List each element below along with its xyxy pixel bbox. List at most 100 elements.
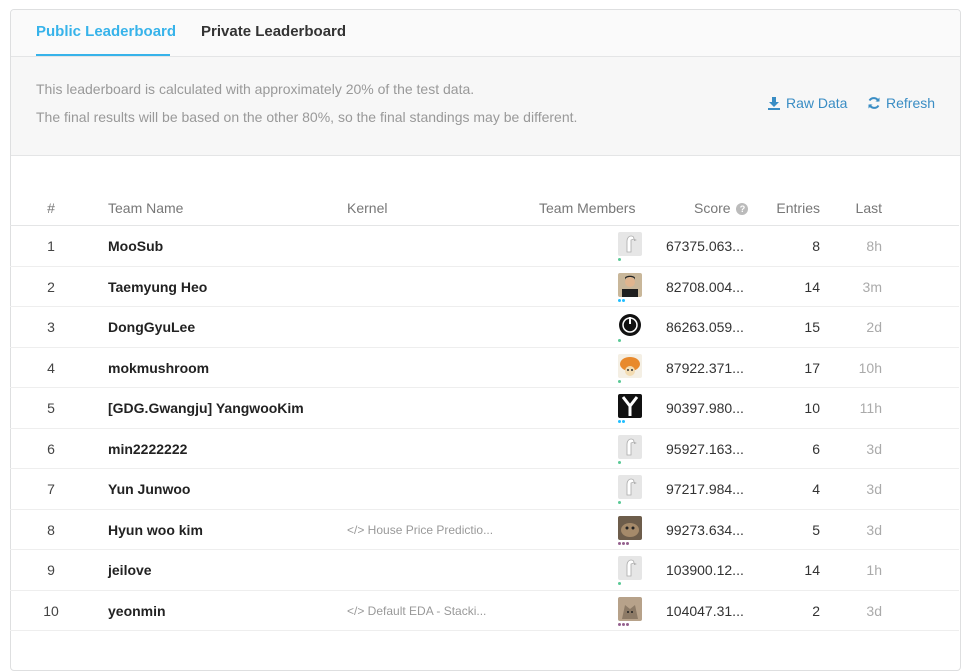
tier-dot bbox=[622, 420, 625, 423]
tier-dot bbox=[626, 622, 629, 626]
column-score[interactable]: Score ? bbox=[694, 200, 749, 216]
animal-photo-avatar[interactable] bbox=[618, 515, 642, 540]
table-row[interactable]: 8 Hyun woo kim </> House Price Predictio..… bbox=[10, 510, 959, 550]
score-cell: 67375.063... bbox=[666, 238, 744, 254]
team-name-link[interactable]: MooSub bbox=[108, 238, 163, 254]
table-row[interactable]: 6 min2222222 95927.163... 6 3d bbox=[10, 429, 959, 469]
raw-data-button[interactable]: Raw Data bbox=[767, 95, 847, 111]
score-cell: 97217.984... bbox=[666, 481, 744, 497]
default-goose-avatar[interactable] bbox=[618, 556, 642, 580]
score-cell: 90397.980... bbox=[666, 400, 744, 416]
column-team-name[interactable]: Team Name bbox=[108, 200, 183, 216]
round-logo-avatar[interactable] bbox=[618, 313, 642, 337]
tier-indicator bbox=[618, 258, 622, 261]
column-entries[interactable]: Entries bbox=[770, 200, 820, 216]
leaderboard-table: # Team Name Kernel Team Members Score ? … bbox=[10, 195, 959, 631]
tier-indicator bbox=[618, 298, 626, 302]
default-goose-avatar[interactable] bbox=[618, 232, 642, 256]
rank-cell: 8 bbox=[47, 521, 55, 538]
entries-cell: 17 bbox=[804, 359, 820, 376]
download-icon bbox=[767, 96, 781, 110]
rank-cell: 6 bbox=[47, 440, 55, 457]
table-row[interactable]: 3 DongGyuLee 86263.059... 15 2d bbox=[10, 307, 959, 348]
table-row[interactable]: 4 mokmushroom 87922.371... 17 10h bbox=[10, 348, 959, 388]
table-row[interactable]: 5 [GDG.Gwangju] YangwooKim 90397.980... 10 1… bbox=[10, 388, 959, 429]
table-row[interactable]: 9 jeilove 103900.12... 14 1h bbox=[10, 550, 959, 591]
score-cell: 82708.004... bbox=[666, 278, 744, 295]
column-last[interactable]: Last bbox=[848, 200, 882, 216]
kernel-link[interactable]: </> Default EDA - Stacki... bbox=[347, 604, 486, 618]
tier-dot bbox=[622, 541, 625, 545]
tier-indicator bbox=[618, 501, 622, 504]
tier-indicator bbox=[618, 379, 622, 383]
entries-cell: 14 bbox=[804, 278, 820, 295]
tier-indicator bbox=[618, 622, 630, 626]
team-name-link[interactable]: Yun Junwoo bbox=[108, 481, 190, 497]
team-name-link[interactable]: DongGyuLee bbox=[108, 319, 195, 335]
tier-dot bbox=[618, 582, 621, 585]
last-submission-cell: 2d bbox=[866, 319, 882, 335]
refresh-icon bbox=[867, 96, 881, 110]
person-photo-avatar[interactable] bbox=[618, 272, 642, 297]
kernel-link[interactable]: </> House Price Predictio... bbox=[347, 523, 493, 537]
team-name-link[interactable]: Hyun woo kim bbox=[108, 522, 203, 538]
table-body: 1 MooSub 67375.063... 8 8h 2 Taemyung Heo 82708… bbox=[10, 226, 959, 631]
refresh-button[interactable]: Refresh bbox=[867, 95, 935, 111]
rank-cell: 9 bbox=[47, 562, 55, 578]
tier-dot bbox=[618, 541, 621, 545]
team-name-link[interactable]: Taemyung Heo bbox=[108, 279, 207, 295]
default-goose-avatar[interactable] bbox=[618, 475, 642, 499]
team-name-link[interactable]: [GDG.Gwangju] YangwooKim bbox=[108, 400, 304, 416]
team-name-link[interactable]: min2222222 bbox=[108, 441, 187, 457]
last-submission-cell: 11h bbox=[859, 400, 882, 416]
score-cell: 103900.12... bbox=[666, 562, 744, 578]
table-row[interactable]: 1 MooSub 67375.063... 8 8h bbox=[10, 226, 959, 267]
entries-cell: 8 bbox=[812, 238, 820, 254]
score-cell: 86263.059... bbox=[666, 319, 744, 335]
mushroom-avatar[interactable] bbox=[618, 353, 642, 378]
help-icon[interactable]: ? bbox=[736, 203, 749, 215]
entries-cell: 10 bbox=[804, 400, 820, 416]
score-cell: 99273.634... bbox=[666, 521, 744, 538]
last-submission-cell: 10h bbox=[858, 359, 882, 376]
entries-cell: 2 bbox=[812, 602, 820, 619]
rank-cell: 10 bbox=[43, 602, 59, 619]
tier-dot bbox=[618, 622, 621, 626]
team-name-link[interactable]: yeonmin bbox=[108, 603, 166, 619]
table-row[interactable]: 7 Yun Junwoo 97217.984... 4 3d bbox=[10, 469, 959, 510]
active-tab-indicator bbox=[36, 54, 170, 56]
last-submission-cell: 8h bbox=[866, 238, 882, 254]
score-cell: 87922.371... bbox=[666, 359, 744, 376]
entries-cell: 15 bbox=[804, 319, 820, 335]
entries-cell: 6 bbox=[812, 440, 820, 457]
tier-indicator bbox=[618, 420, 626, 423]
team-name-link[interactable]: jeilove bbox=[108, 562, 152, 578]
tier-dot bbox=[618, 501, 621, 504]
column-rank[interactable]: # bbox=[35, 200, 67, 216]
table-row[interactable]: 2 Taemyung Heo 82708.004... 14 3m bbox=[10, 267, 959, 307]
last-submission-cell: 1h bbox=[866, 562, 882, 578]
rank-cell: 4 bbox=[47, 359, 55, 376]
notice-line-2: The final results will be based on the o… bbox=[36, 109, 578, 125]
rank-cell: 2 bbox=[47, 278, 55, 295]
tier-indicator bbox=[618, 582, 622, 585]
tier-dot bbox=[622, 298, 625, 302]
tier-dot bbox=[618, 298, 621, 302]
tier-dot bbox=[618, 460, 621, 464]
rank-cell: 1 bbox=[47, 238, 55, 254]
refresh-label: Refresh bbox=[886, 95, 936, 111]
y-logo-avatar[interactable] bbox=[618, 394, 642, 418]
default-goose-avatar[interactable] bbox=[618, 434, 642, 459]
rank-cell: 7 bbox=[47, 481, 55, 497]
score-cell: 95927.163... bbox=[666, 440, 744, 457]
score-cell: 104047.31... bbox=[666, 602, 744, 619]
tab-public-leaderboard[interactable]: Public Leaderboard bbox=[36, 23, 176, 40]
raw-data-label: Raw Data bbox=[786, 95, 848, 111]
table-row[interactable]: 10 yeonmin </> Default EDA - Stacki... 1040… bbox=[10, 591, 959, 631]
tab-private-leaderboard[interactable]: Private Leaderboard bbox=[201, 23, 346, 40]
tier-indicator bbox=[618, 460, 622, 464]
cat-photo-avatar[interactable] bbox=[618, 596, 642, 621]
team-name-link[interactable]: mokmushroom bbox=[108, 360, 209, 376]
column-kernel: Kernel bbox=[347, 200, 388, 216]
entries-cell: 5 bbox=[812, 521, 820, 538]
